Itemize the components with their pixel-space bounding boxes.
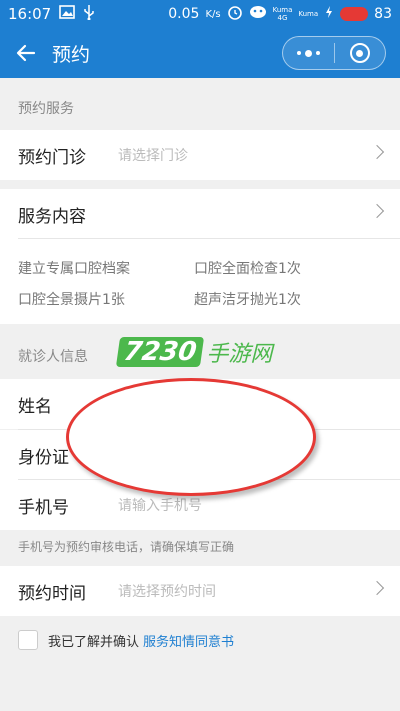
agreement-checkbox[interactable]: [18, 630, 38, 650]
watermark-logo: 7230 手游网: [115, 336, 273, 368]
chevron-right-icon: [369, 144, 385, 160]
agreement-row: 我已了解并确认 服务知情同意书: [18, 630, 234, 650]
watermark-text: 手游网: [206, 342, 273, 367]
app-notification-icon: [249, 5, 267, 23]
status-bar: 16:07 0.05 K/s Kuma 4G Kuma 83: [0, 0, 400, 28]
divider: [18, 238, 400, 239]
service-item: 口腔全面检查1次: [194, 261, 301, 277]
image-notification-icon: [59, 5, 76, 23]
nav-bar: 预约: [0, 28, 400, 78]
agreement-text: 我已了解并确认: [48, 634, 140, 650]
battery-icon: [340, 7, 369, 21]
chevron-right-icon: [369, 203, 385, 219]
watermark-number: 7230: [115, 337, 205, 367]
status-time: 16:07: [8, 5, 52, 23]
battery-level: 83: [374, 6, 392, 22]
arrow-left-icon: [16, 44, 36, 62]
phone-hint: 手机号为预约审核电话，请确保填写正确: [18, 540, 235, 554]
more-button[interactable]: [283, 36, 334, 70]
close-miniprogram-button[interactable]: [334, 36, 385, 70]
service-content-label: 服务内容: [18, 206, 86, 227]
phone-placeholder: 请输入手机号: [118, 498, 202, 514]
alarm-icon: [227, 4, 243, 24]
back-button[interactable]: [0, 28, 52, 78]
clinic-placeholder: 请选择门诊: [118, 148, 188, 164]
consent-link[interactable]: 服务知情同意书: [143, 631, 234, 650]
time-placeholder: 请选择预约时间: [118, 584, 216, 600]
page-title: 预约: [52, 43, 91, 66]
usb-icon: [83, 4, 95, 24]
service-item: 建立专属口腔档案: [18, 261, 130, 277]
carrier-2: Kuma: [298, 10, 319, 18]
service-item: 超声洁牙抛光1次: [194, 292, 301, 308]
section-label-service: 预约服务: [18, 101, 74, 117]
time-label: 预约时间: [18, 583, 86, 604]
more-icon: [296, 49, 320, 57]
chevron-right-icon: [369, 580, 385, 596]
miniprogram-capsule: [282, 36, 386, 70]
clinic-selector[interactable]: 预约门诊 请选择门诊: [0, 130, 400, 180]
time-selector[interactable]: 预约时间 请选择预约时间: [0, 566, 400, 616]
net-speed: 0.05: [168, 6, 200, 22]
section-label-patient: 就诊人信息: [18, 349, 88, 365]
carrier-1: Kuma 4G: [272, 6, 293, 22]
redaction-ellipse: [66, 378, 316, 496]
phone-label: 手机号: [18, 497, 69, 518]
target-icon: [349, 43, 370, 63]
net-speed-unit: K/s: [205, 8, 221, 20]
charging-icon: [324, 5, 334, 23]
clinic-label: 预约门诊: [18, 147, 86, 168]
service-items: 建立专属口腔档案 口腔全面检查1次 口腔全景摄片1张 超声洁牙抛光1次: [0, 238, 400, 324]
service-item: 口腔全景摄片1张: [18, 292, 125, 308]
service-content-row[interactable]: 服务内容: [0, 189, 400, 239]
